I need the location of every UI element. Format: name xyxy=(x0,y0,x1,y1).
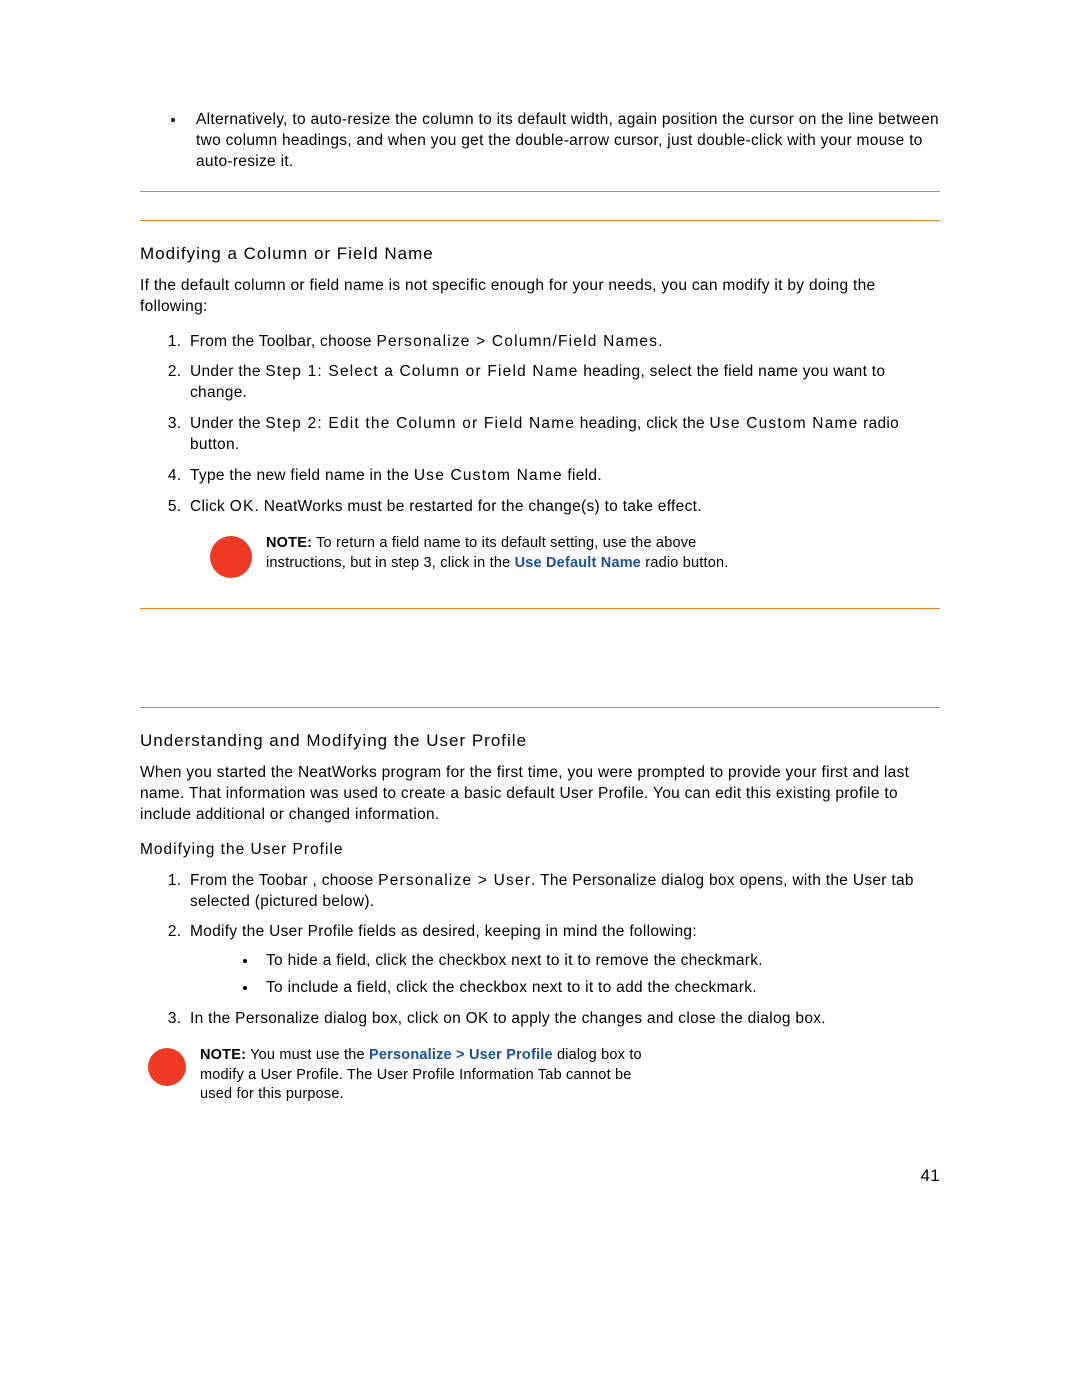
step-item: Type the new field name in the Use Custo… xyxy=(186,466,940,487)
text: . xyxy=(658,333,663,350)
menu-path: Personalize > Column/Field Names xyxy=(376,333,658,350)
ui-label: Use Custom Name xyxy=(710,415,859,432)
bullet-item: Alternatively, to auto-resize the column… xyxy=(186,110,940,173)
inner-bullet-list: To hide a field, click the checkbox next… xyxy=(238,951,940,999)
divider xyxy=(140,191,940,192)
note-dot-icon xyxy=(210,536,252,578)
text: Under the xyxy=(190,415,265,432)
step-item: From the Toobar , choose Personalize > U… xyxy=(186,871,940,913)
ui-label: OK xyxy=(230,498,255,515)
text: radio button. xyxy=(641,555,728,571)
divider xyxy=(140,220,940,221)
ui-label-link: Use Default Name xyxy=(515,555,642,571)
note-block: NOTE: To return a field name to its defa… xyxy=(210,534,750,578)
text: From the Toolbar, choose xyxy=(190,333,376,350)
bullet-item: To hide a field, click the checkbox next… xyxy=(258,951,940,972)
document-page: Alternatively, to auto-resize the column… xyxy=(0,0,1080,1248)
note-text: NOTE: To return a field name to its defa… xyxy=(266,534,750,573)
section-heading-user-profile: Understanding and Modifying the User Pro… xyxy=(140,730,940,753)
section2-intro: When you started the NeatWorks program f… xyxy=(140,763,940,826)
step-item: Modify the User Profile fields as desire… xyxy=(186,922,940,999)
note-text: NOTE: You must use the Personalize > Use… xyxy=(200,1046,648,1105)
step-item: From the Toolbar, choose Personalize > C… xyxy=(186,332,940,353)
section1-intro: If the default column or field name is n… xyxy=(140,276,940,318)
text: Modify the User Profile fields as desire… xyxy=(190,923,697,940)
text: field. xyxy=(563,467,602,484)
step-item: Under the Step 1: Select a Column or Fie… xyxy=(186,362,940,404)
divider xyxy=(140,608,940,609)
text: heading, click the xyxy=(575,415,709,432)
section1-steps: From the Toolbar, choose Personalize > C… xyxy=(140,332,940,518)
page-number: 41 xyxy=(140,1165,940,1188)
text: You must use the xyxy=(246,1047,369,1063)
bullet-item: To include a field, click the checkbox n… xyxy=(258,978,940,999)
step-item: Click OK. NeatWorks must be restarted fo… xyxy=(186,497,940,518)
text: Click xyxy=(190,498,230,515)
ui-label: Use Custom Name xyxy=(414,467,563,484)
text: . NeatWorks must be restarted for the ch… xyxy=(254,498,701,515)
ui-label: Step 1: Select a Column or Field Name xyxy=(265,363,578,380)
top-bullet-list: Alternatively, to auto-resize the column… xyxy=(140,110,940,173)
step-item: Under the Step 2: Edit the Column or Fie… xyxy=(186,414,940,456)
section2-steps: From the Toobar , choose Personalize > U… xyxy=(140,871,940,1031)
section2-subhead: Modifying the User Profile xyxy=(140,840,940,861)
step-item: In the Personalize dialog box, click on … xyxy=(186,1009,940,1030)
note-block: NOTE: You must use the Personalize > Use… xyxy=(148,1046,648,1105)
ui-label-link: Personalize > User Profile xyxy=(369,1047,553,1063)
text: Type the new field name in the xyxy=(190,467,414,484)
note-label: NOTE: xyxy=(266,535,312,551)
section-heading-modify-column: Modifying a Column or Field Name xyxy=(140,243,940,266)
note-label: NOTE: xyxy=(200,1047,246,1063)
text: Under the xyxy=(190,363,265,380)
menu-path: Personalize > User xyxy=(378,872,531,889)
note-dot-icon xyxy=(148,1048,186,1086)
spacer xyxy=(140,623,940,693)
divider xyxy=(140,707,940,708)
ui-label: Step 2: Edit the Column or Field Name xyxy=(265,415,575,432)
text: From the Toobar , choose xyxy=(190,872,378,889)
